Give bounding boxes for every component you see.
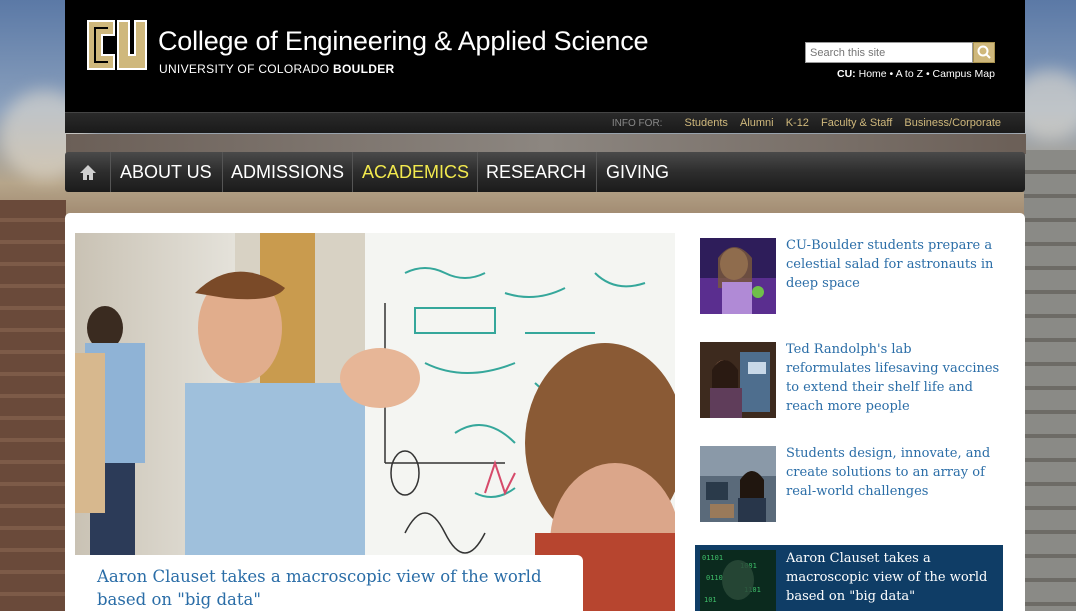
info-for-label: INFO FOR: — [611, 118, 663, 129]
subtitle-prefix: UNIVERSITY OF COLORADO — [159, 62, 330, 76]
link-separator: • — [925, 68, 930, 80]
site-title[interactable]: College of Engineering & Applied Science — [158, 26, 649, 57]
story-item-active[interactable]: 01101 1001 0110 1101 101 Aaron Clauset t… — [695, 545, 1003, 611]
info-for-links: INFO FOR: Students Alumni K-12 Faculty &… — [612, 117, 1001, 129]
background-building — [0, 200, 66, 611]
story-thumbnail[interactable] — [700, 446, 776, 522]
subtitle-bold: BOULDER — [333, 62, 395, 76]
site-subtitle[interactable]: UNIVERSITY OF COLORADO BOULDER — [159, 62, 394, 76]
story-title[interactable]: Students design, innovate, and create so… — [786, 444, 1000, 501]
site-header: College of Engineering & Applied Science… — [65, 0, 1025, 112]
info-for-bar: INFO FOR: Students Alumni K-12 Faculty &… — [65, 112, 1025, 133]
story-title[interactable]: Ted Randolph's lab reformulates lifesavi… — [786, 340, 1000, 416]
nav-item-research[interactable]: RESEARCH — [478, 152, 597, 192]
search-icon — [977, 45, 991, 59]
cu-logo-icon[interactable] — [84, 15, 148, 75]
info-link-faculty-staff[interactable]: Faculty & Staff — [821, 117, 892, 129]
cu-link-campus-map[interactable]: Campus Map — [933, 68, 995, 80]
cu-link-home[interactable]: Home — [859, 68, 887, 80]
story-item[interactable]: Students design, innovate, and create so… — [700, 446, 1000, 524]
hero-caption[interactable]: Aaron Clauset takes a macroscopic view o… — [75, 555, 583, 611]
info-link-alumni[interactable]: Alumni — [740, 117, 774, 129]
story-thumbnail[interactable] — [700, 238, 776, 314]
search-input[interactable] — [805, 42, 973, 63]
main-nav: ABOUT US ADMISSIONS ACADEMICS RESEARCH G… — [65, 152, 1025, 192]
svg-text:101: 101 — [704, 596, 717, 604]
cu-link-a-to-z[interactable]: A to Z — [896, 68, 923, 80]
content-panel: Aaron Clauset takes a macroscopic view o… — [65, 213, 1025, 611]
background-building — [66, 134, 1026, 154]
svg-text:01101: 01101 — [702, 554, 723, 562]
story-item[interactable]: CU-Boulder students prepare a celestial … — [700, 238, 1000, 316]
search-button[interactable] — [973, 42, 995, 63]
story-thumbnail[interactable] — [700, 342, 776, 418]
info-link-k12[interactable]: K-12 — [786, 117, 809, 129]
nav-item-giving[interactable]: GIVING — [597, 152, 677, 192]
link-separator: • — [889, 68, 894, 80]
story-title[interactable]: Aaron Clauset takes a macroscopic view o… — [786, 549, 1000, 606]
nav-home-button[interactable] — [65, 152, 111, 192]
background-building — [1024, 150, 1076, 611]
story-thumb-image — [700, 238, 776, 314]
info-link-business[interactable]: Business/Corporate — [904, 117, 1001, 129]
story-title[interactable]: CU-Boulder students prepare a celestial … — [786, 236, 1000, 293]
story-thumbnail[interactable]: 01101 1001 0110 1101 101 — [700, 550, 776, 611]
home-icon — [80, 165, 96, 180]
cu-label: CU: — [837, 68, 856, 80]
nav-item-academics[interactable]: ACADEMICS — [353, 152, 478, 192]
svg-text:0110: 0110 — [706, 574, 723, 582]
cu-links: CU: Home • A to Z • Campus Map — [835, 68, 995, 80]
story-item[interactable]: Ted Randolph's lab reformulates lifesavi… — [700, 342, 1000, 420]
story-thumb-image — [700, 342, 776, 418]
nav-item-about-us[interactable]: ABOUT US — [111, 152, 223, 192]
story-thumb-image — [700, 446, 776, 522]
nav-item-admissions[interactable]: ADMISSIONS — [223, 152, 353, 192]
info-link-students[interactable]: Students — [685, 117, 728, 129]
story-thumb-image: 01101 1001 0110 1101 101 — [700, 550, 776, 611]
